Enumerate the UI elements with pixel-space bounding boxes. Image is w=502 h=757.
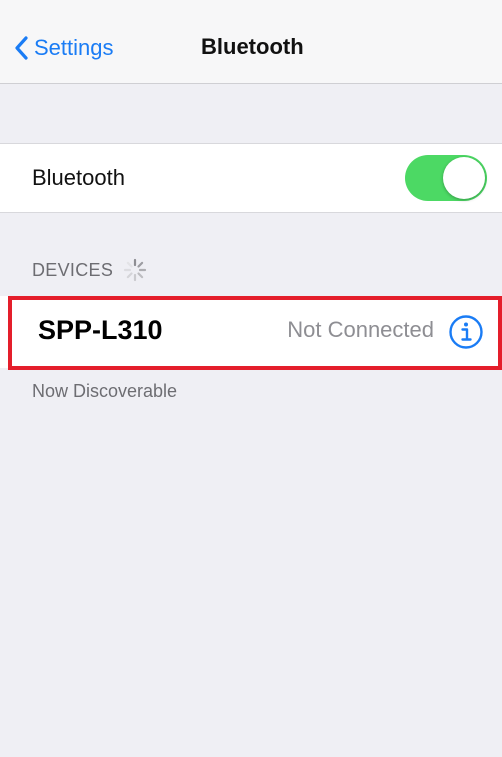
back-button[interactable]: Settings <box>14 30 114 66</box>
devices-header-label: DEVICES <box>32 259 114 280</box>
chevron-left-icon <box>15 36 28 60</box>
device-status: Not Connected <box>287 317 434 342</box>
bluetooth-toggle[interactable] <box>405 155 487 201</box>
device-row-spp-l310[interactable]: SPP-L310 Not Connected <box>0 296 502 368</box>
page-title: Bluetooth <box>201 34 304 59</box>
navigation-bar: Settings Bluetooth <box>0 0 502 84</box>
devices-section-header: DEVICES <box>32 258 147 282</box>
info-circle-icon <box>449 315 483 349</box>
toggle-knob <box>443 157 485 199</box>
device-info-button[interactable] <box>448 314 484 350</box>
activity-spinner-icon <box>124 258 147 282</box>
bluetooth-setting-row: Bluetooth <box>0 143 502 213</box>
device-name: SPP-L310 <box>38 315 163 345</box>
bluetooth-label: Bluetooth <box>32 165 125 190</box>
discoverable-note: Now Discoverable <box>32 381 178 401</box>
back-button-label: Settings <box>34 35 114 60</box>
